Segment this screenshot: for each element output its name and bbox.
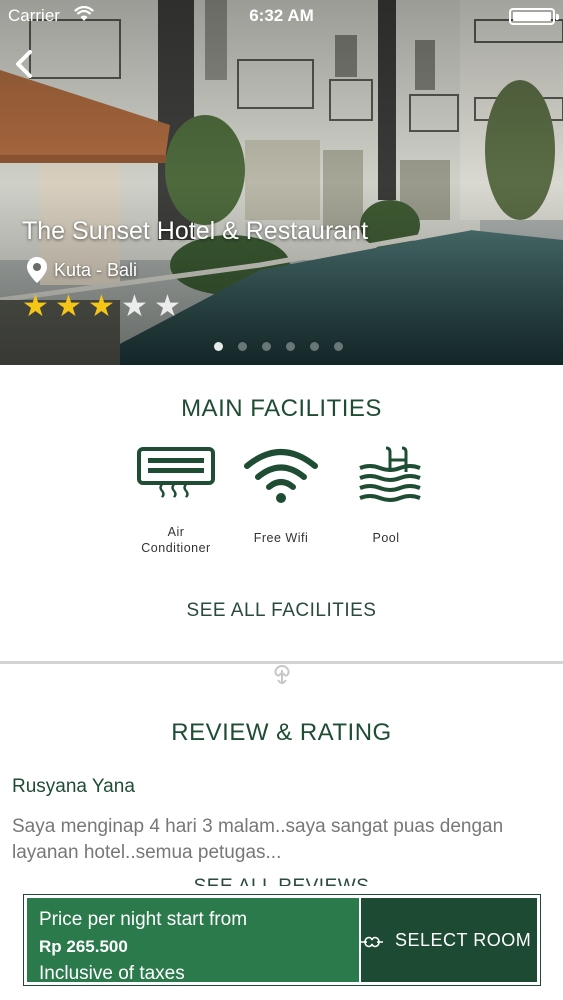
hotel-name: The Sunset Hotel & Restaurant xyxy=(22,217,369,245)
battery-icon xyxy=(509,8,559,25)
carousel-dot[interactable] xyxy=(262,342,271,351)
clock: 6:32 AM xyxy=(249,6,314,25)
facilities-list: Air Conditioner Free Wifi Pool xyxy=(126,446,436,566)
carousel-dot[interactable] xyxy=(310,342,319,351)
ornament-icon xyxy=(361,936,383,948)
facility-label: Pool xyxy=(372,531,400,545)
select-room-label: SELECT ROOM xyxy=(395,929,532,950)
chevron-left-icon xyxy=(16,50,32,78)
carousel-indicator[interactable] xyxy=(214,342,358,351)
star-empty-icon: ★ xyxy=(154,290,181,323)
carousel-dot[interactable] xyxy=(214,342,223,351)
back-button[interactable] xyxy=(8,44,40,84)
facilities-title: MAIN FACILITIES xyxy=(181,395,382,422)
price-tax-note: Inclusive of taxes xyxy=(39,963,185,984)
wifi-icon xyxy=(244,449,318,503)
price-caption: Price per night start from xyxy=(39,909,248,930)
facility-label: Air xyxy=(167,525,185,539)
status-bar: Carrier 6:32 AM xyxy=(0,0,563,32)
facility-air-conditioner: Air Conditioner xyxy=(126,446,226,556)
reviews-title: REVIEW & RATING xyxy=(171,719,392,746)
location-label: Kuta - Bali xyxy=(54,259,138,280)
carousel-dot[interactable] xyxy=(334,342,343,351)
review-text: Saya menginap 4 hari 3 malam..saya sanga… xyxy=(12,816,504,863)
select-room-button[interactable]: SELECT ROOM xyxy=(361,898,537,982)
see-all-facilities-link[interactable]: SEE ALL FACILITIES xyxy=(0,600,563,622)
star-filled-icon: ★ xyxy=(55,290,82,323)
facility-pool: Pool xyxy=(336,446,436,546)
price-box: Price per night start from Rp 265.500 In… xyxy=(27,898,359,984)
carousel-dot[interactable] xyxy=(238,342,247,351)
map-pin-icon xyxy=(27,257,47,283)
star-filled-icon: ★ xyxy=(22,290,49,323)
see-all-reviews-link[interactable]: SEE ALL REVIEWS xyxy=(0,876,563,886)
facility-label: Conditioner xyxy=(141,541,211,555)
reviewer-name: Rusyana Yana xyxy=(12,776,135,797)
hotel-location: Kuta - Bali xyxy=(26,256,137,284)
price-amount: Rp 265.500 xyxy=(39,937,128,956)
pool-icon xyxy=(359,446,421,502)
hero-banner[interactable]: Carrier 6:32 AM The Sunset Hotel & Resta… xyxy=(0,0,563,365)
facility-label: Free Wifi xyxy=(253,531,309,545)
air-conditioner-icon xyxy=(137,447,215,498)
carousel-dot[interactable] xyxy=(286,342,295,351)
star-empty-icon: ★ xyxy=(121,290,148,323)
star-filled-icon: ★ xyxy=(88,290,115,323)
ornament-icon xyxy=(274,665,290,684)
booking-bar: Price per night start from Rp 265.500 In… xyxy=(23,894,541,986)
facility-wifi: Free Wifi xyxy=(231,446,331,546)
star-rating: ★ ★ ★ ★ ★ xyxy=(22,292,187,322)
